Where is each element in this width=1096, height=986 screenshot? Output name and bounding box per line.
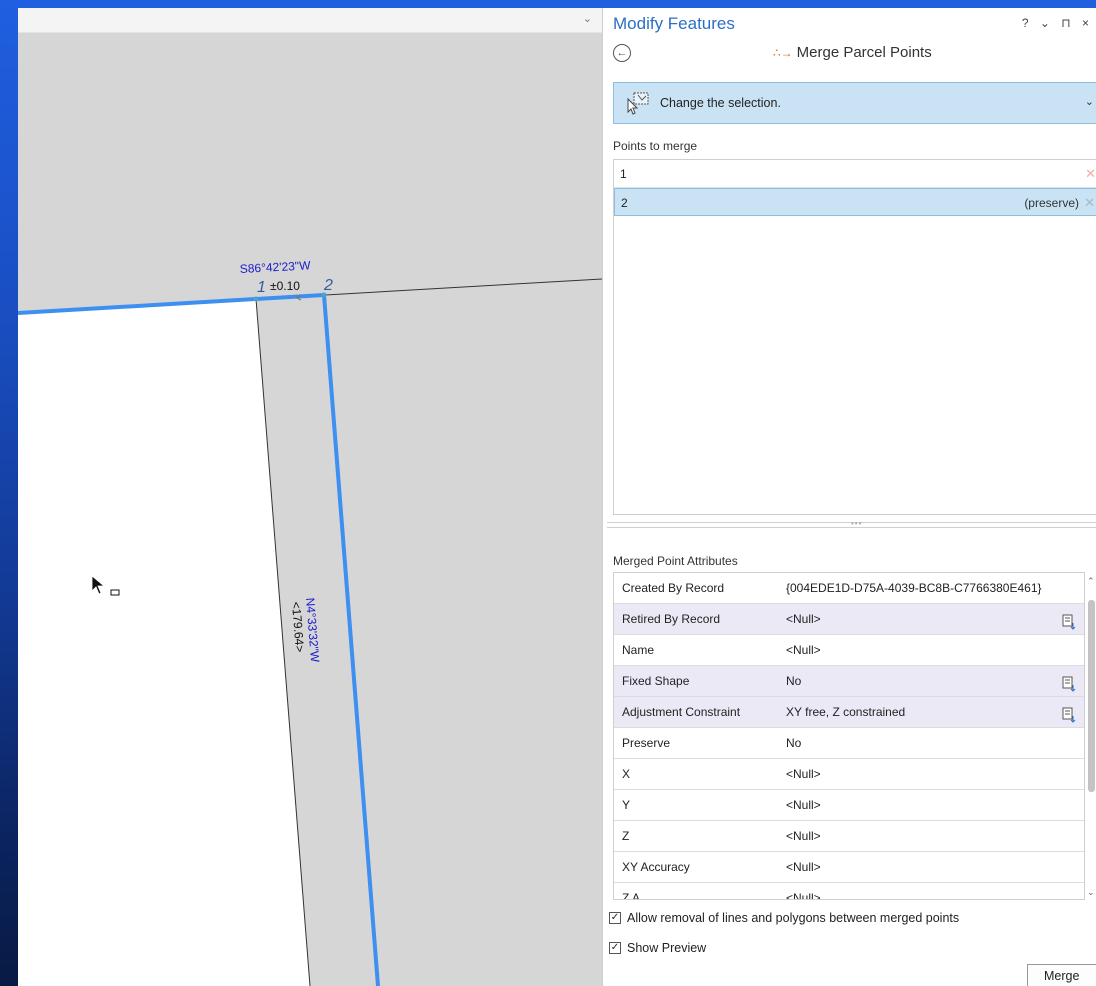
- attribute-name: Preserve: [622, 736, 671, 750]
- point-row[interactable]: 1 ✕: [614, 160, 1096, 188]
- preserve-note: (preserve): [1024, 196, 1079, 210]
- pane-window-controls[interactable]: ? ⌄ ⊓ ×: [1022, 16, 1093, 30]
- attributes-table[interactable]: Created By Record {004EDE1D-D75A-4039-BC…: [613, 572, 1085, 900]
- attribute-name: Z A...: [622, 891, 651, 900]
- merge-button[interactable]: Merge: [1027, 964, 1096, 986]
- point-1-label: 1: [257, 279, 266, 296]
- attributes-scrollbar[interactable]: ⌃ ⌄: [1085, 572, 1096, 900]
- attribute-row[interactable]: Z A... <Null>: [614, 883, 1084, 900]
- attribute-row[interactable]: X <Null>: [614, 759, 1084, 790]
- pane-splitter[interactable]: •••: [607, 519, 1096, 528]
- attribute-value[interactable]: <Null>: [786, 635, 821, 665]
- attribute-name: Retired By Record: [622, 612, 721, 626]
- tool-title: Merge Parcel Points: [796, 44, 932, 61]
- attribute-row[interactable]: Name <Null>: [614, 635, 1084, 666]
- point-row[interactable]: 2 (preserve) ✕: [614, 188, 1096, 216]
- show-preview-option[interactable]: ✓ Show Preview: [609, 941, 706, 955]
- allow-removal-label: Allow removal of lines and polygons betw…: [627, 911, 960, 925]
- attribute-value[interactable]: <Null>: [786, 604, 821, 634]
- allow-removal-option[interactable]: ✓ Allow removal of lines and polygons be…: [609, 911, 959, 925]
- point-label: 1: [620, 167, 627, 181]
- select-tool-icon: [624, 91, 652, 118]
- attribute-row[interactable]: Adjustment Constraint XY free, Z constra…: [614, 697, 1084, 728]
- show-preview-checkbox[interactable]: ✓: [609, 942, 621, 954]
- attribute-value[interactable]: <Null>: [786, 821, 821, 851]
- attribute-value[interactable]: <Null>: [786, 790, 821, 820]
- attribute-name: Y: [622, 798, 631, 812]
- attribute-name: Name: [622, 643, 655, 657]
- attribute-row[interactable]: Z <Null>: [614, 821, 1084, 852]
- map-canvas[interactable]: S86°42'23"W 1 ±0.10 2 N4°33'32"W <179.64…: [18, 8, 602, 986]
- merge-points-icon: ∴→: [773, 45, 793, 60]
- attribute-value[interactable]: <Null>: [786, 759, 821, 789]
- attribute-row[interactable]: XY Accuracy <Null>: [614, 852, 1084, 883]
- map-view[interactable]: ⌄ S86°42'23"W 1 ±0.10 2 N4°33'32"W <179.…: [18, 8, 602, 986]
- attribute-row[interactable]: Created By Record {004EDE1D-D75A-4039-BC…: [614, 573, 1084, 604]
- mouse-cursor-icon: [90, 574, 122, 601]
- scroll-thumb[interactable]: [1088, 600, 1095, 792]
- tool-header: ∴→ Merge Parcel Points: [773, 44, 932, 61]
- points-to-merge-label: Points to merge: [613, 139, 698, 153]
- show-preview-label: Show Preview: [627, 941, 707, 955]
- attribute-name: XY Accuracy: [622, 860, 690, 874]
- attribute-value[interactable]: No: [786, 728, 801, 758]
- scroll-down-icon[interactable]: ⌄: [1087, 887, 1095, 898]
- attribute-row[interactable]: Y <Null>: [614, 790, 1084, 821]
- scroll-up-icon[interactable]: ⌃: [1087, 576, 1095, 587]
- attribute-value[interactable]: <Null>: [786, 852, 821, 882]
- remove-point-icon[interactable]: ✕: [1084, 189, 1095, 217]
- pane-title: Modify Features: [613, 14, 735, 33]
- attribute-name: Z: [622, 829, 630, 843]
- chevron-down-icon[interactable]: ⌄: [1085, 95, 1094, 108]
- remove-point-icon[interactable]: ✕: [1085, 160, 1096, 188]
- points-list[interactable]: 1 ✕ 2 (preserve) ✕: [613, 159, 1096, 515]
- attribute-name: Adjustment Constraint: [622, 705, 741, 719]
- attribute-value[interactable]: No: [786, 666, 801, 696]
- parcel-polygon[interactable]: [18, 299, 310, 986]
- point-1-marker[interactable]: [253, 296, 259, 302]
- point-2-label: 2: [323, 277, 333, 294]
- allow-removal-checkbox[interactable]: ✓: [609, 912, 621, 924]
- back-arrow-icon: ←: [616, 46, 628, 59]
- guidance-bar[interactable]: Change the selection. ⌄: [613, 82, 1096, 124]
- top-bearing-label: S86°42'23"W: [239, 258, 311, 276]
- merged-attributes-label: Merged Point Attributes: [613, 554, 738, 568]
- grip-icon: •••: [851, 519, 863, 528]
- back-button[interactable]: ←: [613, 44, 631, 62]
- attribute-name: X: [622, 767, 631, 781]
- side-distance-label: <179.64>: [289, 601, 307, 653]
- top-accuracy-label: ±0.10: [270, 279, 300, 293]
- attribute-row[interactable]: Preserve No: [614, 728, 1084, 759]
- modify-features-pane: Modify Features ? ⌄ ⊓ × ← ∴→ Merge Parce…: [602, 8, 1096, 986]
- guidance-text: Change the selection.: [660, 96, 781, 110]
- attribute-value[interactable]: <Null>: [786, 883, 821, 899]
- attribute-name: Created By Record: [622, 581, 725, 595]
- attribute-value[interactable]: XY free, Z constrained: [786, 697, 905, 727]
- point-label: 2: [621, 196, 628, 210]
- attribute-row[interactable]: Fixed Shape No: [614, 666, 1084, 697]
- attribute-value[interactable]: {004EDE1D-D75A-4039-BC8B-C7766380E461}: [786, 573, 1042, 603]
- attribute-name: Fixed Shape: [622, 674, 690, 688]
- attribute-row[interactable]: Retired By Record <Null>: [614, 604, 1084, 635]
